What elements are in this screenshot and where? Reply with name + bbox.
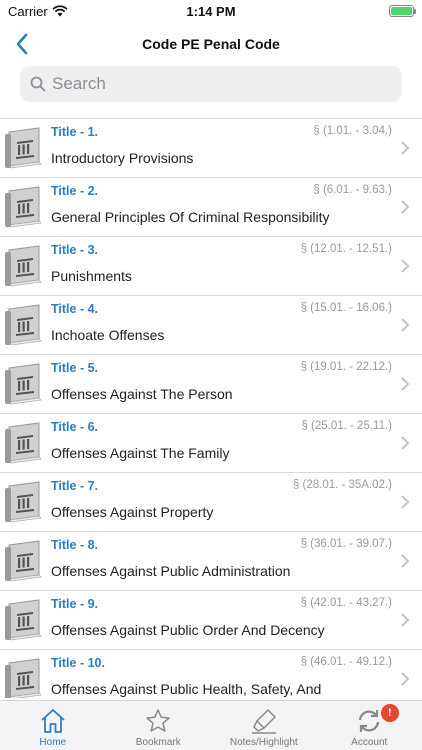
section-range: § (28.01. - 35A.02.) [292, 479, 392, 491]
tab-label: Notes/Highlight [229, 737, 298, 748]
title-name: Offenses Against Public Health, Safety, … [51, 681, 322, 698]
star-icon [146, 709, 170, 732]
list-item[interactable]: Title - 7. § (28.01. - 35A.02.) Offenses… [0, 473, 422, 532]
tab-notes-highlight[interactable]: Notes/Highlight [211, 701, 317, 750]
title-name: Offenses Against The Family [51, 445, 230, 461]
battery-icon [389, 5, 416, 17]
notification-badge: ! [380, 704, 399, 722]
search-icon [30, 76, 46, 92]
title-name: Offenses Against Property [51, 504, 214, 520]
list-item[interactable]: Title - 9. § (42.01. - 43.27.) Offenses … [0, 591, 422, 650]
law-book-icon [5, 127, 42, 169]
status-right [389, 5, 416, 17]
title-name: Inchoate Offenses [51, 327, 165, 343]
list-item[interactable]: Title - 10. § (46.01. - 49.12.) Offenses… [0, 650, 422, 698]
section-range: § (12.01. - 12.51.) [300, 243, 392, 255]
title-number: Title - 3. [51, 243, 99, 257]
sync-icon [359, 710, 380, 732]
home-icon [41, 709, 65, 733]
status-bar: Carrier [0, 0, 422, 22]
title-name: Offenses Against Public Order And Decenc… [51, 622, 325, 638]
title-number: Title - 1. [51, 125, 99, 139]
section-range: § (46.01. - 49.12.) [300, 656, 392, 668]
chevron-right-icon [401, 495, 410, 509]
carrier-label: Carrier [8, 3, 48, 19]
page-title: Code PE Penal Code [142, 36, 280, 52]
title-number: Title - 4. [51, 302, 99, 316]
title-number: Title - 2. [51, 184, 99, 198]
section-range: § (42.01. - 43.27.) [300, 597, 392, 609]
chevron-left-icon [16, 33, 28, 55]
wifi-icon [52, 5, 68, 17]
highlighter-icon [251, 709, 276, 734]
law-book-icon [5, 304, 42, 346]
chevron-right-icon [401, 318, 410, 332]
list-item[interactable]: Title - 4. § (15.01. - 16.06.) Inchoate … [0, 296, 422, 355]
chevron-right-icon [401, 259, 410, 273]
title-name: Offenses Against The Person [51, 386, 233, 402]
title-number: Title - 9. [51, 597, 99, 611]
list-item[interactable]: Title - 8. § (36.01. - 39.07.) Offenses … [0, 532, 422, 591]
law-book-icon [5, 599, 42, 641]
law-book-icon [5, 658, 42, 698]
law-book-icon [5, 186, 42, 228]
tab-label: Bookmark [135, 737, 181, 748]
law-book-icon [5, 422, 42, 464]
nav-bar: Code PE Penal Code [0, 22, 422, 66]
tab-bookmark[interactable]: Bookmark [106, 701, 212, 750]
chevron-right-icon [401, 141, 410, 155]
chevron-right-icon [401, 554, 410, 568]
status-left: Carrier [8, 4, 68, 19]
search-input[interactable] [52, 74, 382, 94]
chevron-right-icon [401, 377, 410, 391]
chevron-right-icon [401, 436, 410, 450]
tab-label: Account [351, 737, 388, 748]
tab-home[interactable]: Home [0, 701, 106, 750]
title-number: Title - 6. [51, 420, 99, 434]
law-book-icon [5, 363, 42, 405]
back-button[interactable] [10, 30, 34, 58]
chevron-right-icon [401, 672, 410, 686]
title-name: Punishments [51, 268, 132, 284]
title-name: Introductory Provisions [51, 150, 194, 166]
title-number: Title - 5. [51, 361, 99, 375]
section-range: § (1.01. - 3.04.) [313, 125, 392, 137]
title-name: Offenses Against Public Administration [51, 563, 291, 579]
list-item[interactable]: Title - 3. § (12.01. - 12.51.) Punishmen… [0, 237, 422, 296]
tab-account[interactable]: ! Account [317, 701, 422, 750]
chevron-right-icon [401, 200, 410, 214]
list-item[interactable]: Title - 5. § (19.01. - 22.12.) Offenses … [0, 355, 422, 414]
section-range: § (6.01. - 9.63.) [313, 184, 392, 196]
law-book-icon [5, 245, 42, 287]
title-number: Title - 7. [51, 479, 99, 493]
section-range: § (15.01. - 16.06.) [300, 302, 392, 314]
search-bar[interactable] [20, 66, 402, 102]
list-item[interactable]: Title - 6. § (25.01. - 25.11.) Offenses … [0, 414, 422, 473]
title-list: Title - 1. § (1.01. - 3.04.) Introductor… [0, 118, 422, 698]
law-book-icon [5, 481, 42, 523]
list-item[interactable]: Title - 1. § (1.01. - 3.04.) Introductor… [0, 119, 422, 178]
title-number: Title - 8. [51, 538, 99, 552]
law-book-icon [5, 540, 42, 582]
tab-bar: Home Bookmark Notes/Highlight ! Account [0, 700, 422, 750]
chevron-right-icon [401, 613, 410, 627]
title-number: Title - 10. [51, 656, 105, 670]
tab-label: Home [39, 737, 67, 748]
section-range: § (25.01. - 25.11.) [301, 420, 392, 432]
section-range: § (19.01. - 22.12.) [300, 361, 392, 373]
section-range: § (36.01. - 39.07.) [300, 538, 392, 550]
title-name: General Principles Of Criminal Responsib… [51, 209, 330, 225]
list-item[interactable]: Title - 2. § (6.01. - 9.63.) General Pri… [0, 178, 422, 237]
